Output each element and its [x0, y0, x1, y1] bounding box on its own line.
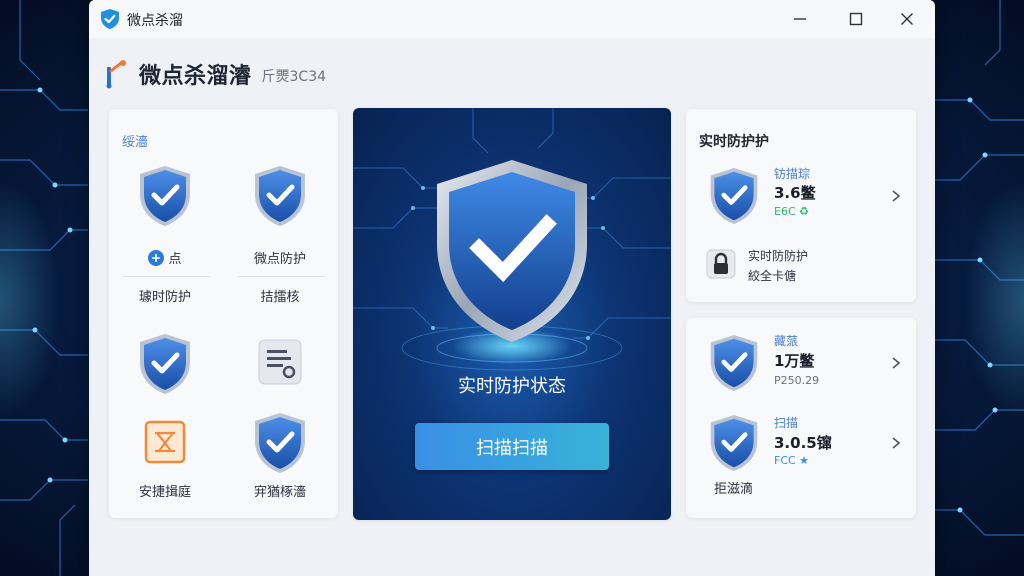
- minimize-button[interactable]: [786, 6, 814, 32]
- shield-check-icon: [710, 415, 758, 471]
- card-title: 实时防护护: [699, 134, 769, 150]
- shield-check-icon: [255, 166, 305, 226]
- stat-sub: FCC ★: [774, 454, 810, 467]
- shield-check-icon: [710, 335, 758, 391]
- tile-document[interactable]: [230, 338, 330, 386]
- lock-status-row[interactable]: 实时防防护 絞全卡傏: [686, 245, 916, 285]
- scan-button[interactable]: 扫描扫描: [415, 423, 609, 470]
- brand-logo-icon: [106, 60, 126, 89]
- maximize-button[interactable]: [842, 6, 870, 32]
- section-label: 绥濇: [122, 135, 149, 150]
- large-shield-check-icon: [437, 160, 587, 342]
- virus-db-row[interactable]: 藏蒎 1万鳖 P250.29: [686, 332, 916, 396]
- document-settings-icon: [258, 339, 302, 385]
- tile-weidian-protection[interactable]: 微点防护 拮擂核: [230, 164, 330, 305]
- feature-panel: 绥濇 点 璩时防护 微点防护 拮擂核 安捷揖庭 宑猶椓濇: [109, 109, 338, 518]
- protection-status-panel: 实时防护状态 扫描扫描: [353, 108, 671, 520]
- brand-name: 微点杀溜濬: [139, 64, 252, 89]
- stat-name: 钫描琮: [774, 167, 811, 181]
- chevron-right-icon: [892, 357, 901, 369]
- divider: [122, 276, 210, 277]
- stat-status: E6C ♻: [774, 205, 809, 218]
- card-footer-label: 拒滋滴: [714, 482, 754, 497]
- protection-stat-row[interactable]: 钫描琮 3.6鳖 E6C ♻: [686, 165, 916, 229]
- maximize-icon: [849, 12, 863, 26]
- tile-subtitle: 拮擂核: [260, 290, 300, 305]
- tile-shield-2[interactable]: 宑猶椓濇: [230, 411, 330, 500]
- tile-subtitle: 安捷揖庭: [138, 485, 191, 500]
- app-shield-icon: [101, 9, 119, 29]
- protection-status-text: 实时防护状态: [458, 376, 566, 397]
- tile-subtitle: 宑猶椓濇: [253, 485, 306, 500]
- divider: [237, 276, 325, 277]
- stat-value: 1万鳖: [774, 352, 815, 370]
- tile-title: 微点防护: [253, 252, 306, 267]
- chevron-right-icon: [892, 437, 901, 449]
- tile-subtitle: 璩时防护: [138, 290, 191, 305]
- chevron-right-icon: [892, 190, 901, 202]
- orange-window-icon: [144, 420, 186, 464]
- window-title: 微点杀溜: [127, 13, 183, 29]
- stat-value: 3.6鳖: [774, 184, 816, 202]
- version-label: ⽄燛3C34: [261, 69, 327, 85]
- scan-stats-card: 藏蒎 1万鳖 P250.29 扫描 3.0.5镩 FCC ★ 拒滋滴: [686, 318, 916, 518]
- app-window: 微点杀溜 微点杀溜濬 ⽄燛3C34 绥濇 点 璩时防护 微点防护 拮擂核 安捷揖…: [89, 0, 935, 576]
- close-button[interactable]: [893, 6, 921, 32]
- stat-value: 3.0.5镩: [774, 434, 832, 452]
- minimize-icon: [794, 18, 806, 20]
- lock-line-2: 絞全卡傏: [748, 269, 797, 283]
- blue-circle-icon: [148, 250, 165, 266]
- shield-check-icon: [140, 334, 190, 394]
- lock-icon: [706, 249, 736, 279]
- shield-check-icon: [255, 413, 305, 473]
- stat-sub: P250.29: [774, 374, 820, 387]
- close-icon: [901, 13, 913, 25]
- tile-title: 点: [115, 248, 215, 267]
- tile-realtime-protection[interactable]: 点 璩时防护: [115, 164, 215, 305]
- tile-shield[interactable]: [115, 332, 215, 396]
- lock-line-1: 实时防防护: [748, 249, 809, 263]
- scan-version-row[interactable]: 扫描 3.0.5镩 FCC ★: [686, 412, 916, 476]
- stat-name: 扫描: [774, 416, 799, 430]
- app-header: 微点杀溜濬 ⽄燛3C34: [103, 54, 326, 94]
- tile-security-window[interactable]: 安捷揖庭: [115, 419, 215, 500]
- stat-name: 藏蒎: [774, 334, 799, 348]
- realtime-protection-card: 实时防护护 钫描琮 3.6鳖 E6C ♻ 实时防防护 絞全卡傏: [686, 109, 916, 302]
- shield-check-icon: [140, 166, 190, 226]
- shield-check-icon: [710, 168, 758, 224]
- title-bar: 微点杀溜: [89, 0, 935, 38]
